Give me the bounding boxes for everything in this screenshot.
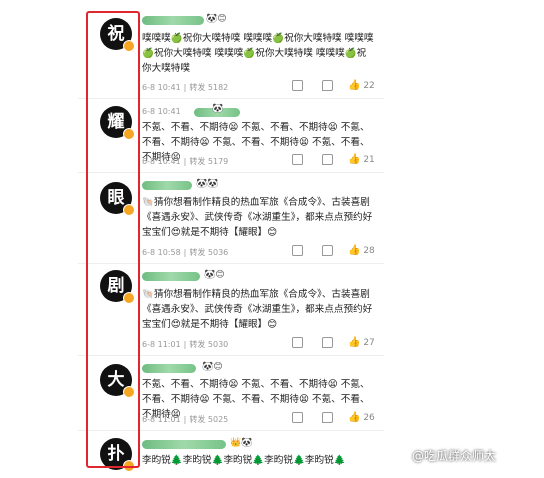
thumbs-up-icon: 👍: [348, 337, 361, 348]
comment-text: 🐚猜你想看制作精良的热血军旅《合成令》、古装喜剧《喜遇永安》、武侠传奇《冰湖重生…: [142, 289, 373, 330]
username-blurred[interactable]: [142, 272, 200, 281]
comment-text: 🐚猜你想看制作精良的热血军旅《合成令》、古装喜剧《喜遇永安》、武侠传奇《冰湖重生…: [142, 197, 373, 238]
repost-count: 转发 5182: [189, 83, 229, 92]
like-count: 27: [363, 338, 375, 348]
comment-icon: [322, 412, 333, 423]
share-icon: [292, 245, 303, 256]
like-count: 21: [363, 155, 375, 165]
username-blurred[interactable]: [142, 364, 196, 373]
username-emoji: 🐼😊: [204, 270, 225, 280]
like-button[interactable]: 👍 21: [348, 154, 375, 166]
comment-button[interactable]: [322, 245, 333, 259]
share-icon: [292, 154, 303, 165]
username-emoji: 🐼: [212, 104, 224, 114]
share-button[interactable]: [292, 412, 303, 426]
like-button[interactable]: 👍 22: [348, 80, 375, 92]
like-button[interactable]: 👍 26: [348, 412, 375, 424]
action-bar: 👍 28: [292, 245, 384, 257]
comment-date: 6-8 10:41: [142, 157, 181, 166]
thumbs-up-icon: 👍: [348, 412, 361, 423]
username-emoji: 👑🐼: [230, 438, 253, 448]
like-count: 28: [363, 246, 375, 256]
username-emoji: 🐼🐼: [196, 179, 219, 189]
comment-icon: [322, 337, 333, 348]
thumbs-up-icon: 👍: [348, 245, 361, 256]
username-blurred[interactable]: [142, 16, 204, 25]
comment-button[interactable]: [322, 80, 333, 94]
action-bar: 👍 27: [292, 337, 384, 349]
comment-button[interactable]: [322, 337, 333, 351]
comment-text: 李昀锐🌲李昀锐🌲李昀锐🌲李昀锐🌲李昀锐🌲: [142, 455, 346, 466]
username-emoji: 🐼😊: [206, 14, 227, 24]
thumbs-up-icon: 👍: [348, 80, 361, 91]
share-button[interactable]: [292, 80, 303, 94]
comment-button[interactable]: [322, 412, 333, 426]
like-button[interactable]: 👍 28: [348, 245, 375, 257]
comment-date: 6-8 10:41: [142, 107, 181, 116]
comment-date: 6-8 11:01: [142, 340, 181, 349]
share-icon: [292, 412, 303, 423]
action-bar: 👍 22: [292, 80, 384, 92]
highlight-box: [86, 11, 140, 468]
comment-date: 6-8 11:01: [142, 415, 181, 424]
comment-meta: 6-8 11:01 | 转发 5025: [142, 415, 229, 424]
repost-count: 转发 5179: [189, 157, 229, 166]
comment-meta: 6-8 11:01 | 转发 5030: [142, 340, 229, 349]
comment-meta: 6-8 10:41 | 转发 5182: [142, 83, 229, 92]
watermark: @吃瓜群众师太: [412, 449, 497, 463]
comment-meta: 6-8 10:41 | 转发 5179: [142, 157, 229, 166]
like-count: 22: [363, 81, 375, 91]
comment-date: 6-8 10:41: [142, 83, 181, 92]
comment-meta-top: 6-8 10:41: [142, 107, 181, 116]
comment-meta: 6-8 10:58 | 转发 5036: [142, 248, 229, 257]
action-bar: 👍 26: [292, 412, 384, 424]
like-button[interactable]: 👍 27: [348, 337, 375, 349]
comment-date: 6-8 10:58: [142, 248, 181, 257]
share-button[interactable]: [292, 154, 303, 168]
username-blurred[interactable]: [142, 440, 226, 449]
username-blurred[interactable]: [142, 181, 192, 190]
like-count: 26: [363, 413, 375, 423]
share-button[interactable]: [292, 245, 303, 259]
share-button[interactable]: [292, 337, 303, 351]
comment-icon: [322, 245, 333, 256]
share-icon: [292, 80, 303, 91]
thumbs-up-icon: 👍: [348, 154, 361, 165]
username-emoji: 🐼😊: [202, 362, 223, 372]
action-bar: 👍 21: [292, 154, 384, 166]
repost-count: 转发 5025: [189, 415, 229, 424]
repost-count: 转发 5036: [189, 248, 229, 257]
repost-count: 转发 5030: [189, 340, 229, 349]
comment-icon: [322, 154, 333, 165]
comment-button[interactable]: [322, 154, 333, 168]
comment-text: 噗噗噗🍏祝你大噗特噗 噗噗噗🍏祝你大噗特噗 噗噗噗🍏祝你大噗特噗 噗噗噗🍏祝你大…: [142, 33, 374, 74]
comment-icon: [322, 80, 333, 91]
share-icon: [292, 337, 303, 348]
